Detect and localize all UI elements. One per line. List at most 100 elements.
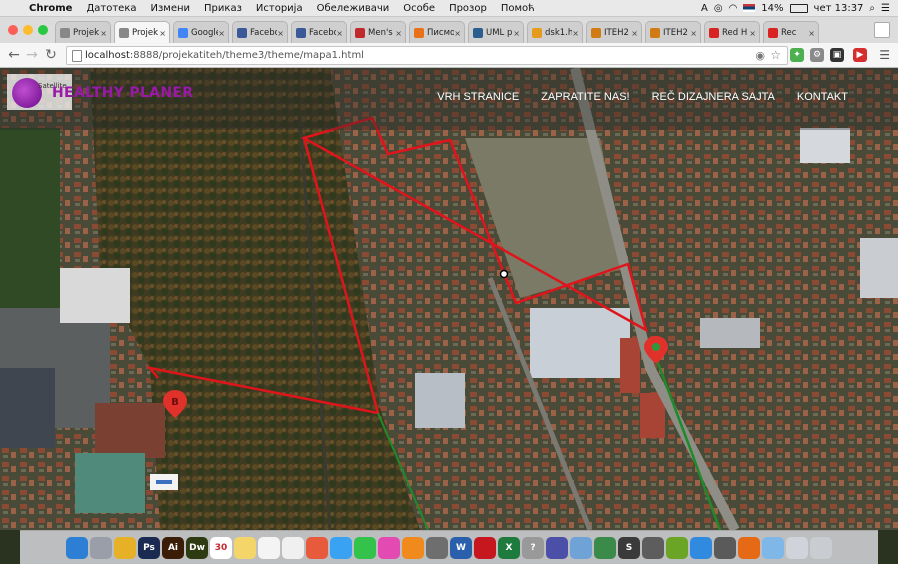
virtualbox-icon[interactable] bbox=[570, 536, 592, 559]
illustrator-icon[interactable]: Ai bbox=[162, 536, 184, 559]
tab-close-icon[interactable]: × bbox=[690, 29, 697, 38]
route-waypoint[interactable] bbox=[499, 269, 509, 279]
browser-tab[interactable]: Facebo × bbox=[232, 21, 288, 44]
photoshop-icon[interactable]: Ps bbox=[138, 536, 160, 559]
trash-icon[interactable] bbox=[810, 536, 832, 559]
flag-icon[interactable] bbox=[743, 4, 756, 12]
menu-bookmarks[interactable]: Обележивачи bbox=[310, 3, 397, 14]
spotlight-icon[interactable]: ⌕ bbox=[869, 3, 875, 14]
menu-window[interactable]: Прозор bbox=[442, 3, 494, 14]
extension-dark-icon[interactable]: ▣ bbox=[830, 48, 844, 62]
safari-icon[interactable] bbox=[690, 536, 712, 559]
ibooks-icon[interactable] bbox=[402, 536, 424, 559]
tab-label: Projek bbox=[73, 28, 99, 38]
adobe-icon[interactable]: A bbox=[701, 3, 708, 14]
nav-designer-word[interactable]: REČ DIZAJNERA SAJTA bbox=[652, 91, 775, 103]
help-icon[interactable]: ? bbox=[522, 536, 544, 559]
browser-tab[interactable]: Писмо × bbox=[409, 21, 465, 44]
photos-icon[interactable] bbox=[282, 536, 304, 559]
bookmark-star-icon[interactable]: ☆ bbox=[770, 47, 781, 64]
sequel-icon[interactable] bbox=[714, 536, 736, 559]
utorrent-icon[interactable] bbox=[666, 536, 688, 559]
photos-color-icon[interactable] bbox=[306, 536, 328, 559]
zoom-window-button[interactable] bbox=[38, 25, 48, 35]
notification-center-icon[interactable]: ☰ bbox=[881, 3, 890, 14]
satellite-map[interactable]: B bbox=[0, 68, 898, 530]
chrome-menu-icon[interactable]: ☰ bbox=[879, 48, 890, 62]
word-icon[interactable]: W bbox=[450, 536, 472, 559]
forward-button[interactable]: → bbox=[24, 47, 40, 63]
disk-icon[interactable] bbox=[546, 536, 568, 559]
sync-icon[interactable]: ◎ bbox=[714, 3, 723, 14]
nav-follow-us[interactable]: ZAPRATITE NAS! bbox=[541, 91, 629, 103]
browser-tab[interactable]: Red H × bbox=[704, 21, 760, 44]
nav-top-of-page[interactable]: VRH STRANICE bbox=[437, 91, 519, 103]
browser-tab[interactable]: Google × bbox=[173, 21, 229, 44]
tab-close-icon[interactable]: × bbox=[159, 29, 166, 38]
tab-close-icon[interactable]: × bbox=[808, 29, 815, 38]
menu-help[interactable]: Помоћ bbox=[494, 3, 542, 14]
reload-button[interactable]: ↻ bbox=[43, 47, 59, 63]
excel-icon[interactable]: X bbox=[498, 536, 520, 559]
folder-icon[interactable] bbox=[762, 536, 784, 559]
browser-tab[interactable]: Projek × bbox=[114, 21, 170, 44]
extension-gear-icon[interactable]: ⚙ bbox=[810, 48, 824, 62]
tab-label: Facebo bbox=[309, 28, 337, 38]
browser-tab[interactable]: Men's × bbox=[350, 21, 406, 44]
tab-close-icon[interactable]: × bbox=[100, 29, 107, 38]
facetime-icon[interactable] bbox=[354, 536, 376, 559]
brand-title[interactable]: HEALTHY PLANER bbox=[52, 85, 193, 101]
messages-icon[interactable] bbox=[330, 536, 352, 559]
menu-view[interactable]: Приказ bbox=[197, 3, 249, 14]
profile-icon[interactable] bbox=[874, 22, 890, 38]
battery-icon[interactable] bbox=[789, 3, 808, 13]
launchpad-icon[interactable] bbox=[90, 536, 112, 559]
dreamweaver-icon[interactable]: Dw bbox=[186, 536, 208, 559]
tab-close-icon[interactable]: × bbox=[749, 29, 756, 38]
browser-tab[interactable]: UML p × bbox=[468, 21, 524, 44]
system-preferences-icon[interactable] bbox=[426, 536, 448, 559]
browser-tab[interactable]: Projek × bbox=[55, 21, 111, 44]
menu-edit[interactable]: Измени bbox=[144, 3, 198, 14]
back-button[interactable]: ← bbox=[6, 47, 22, 63]
menu-history[interactable]: Историја bbox=[249, 3, 310, 14]
nav-contact[interactable]: KONTAKT bbox=[797, 91, 848, 103]
finder-icon[interactable] bbox=[66, 536, 88, 559]
browser-tab[interactable]: Rec × bbox=[763, 21, 819, 44]
paintbrush-icon[interactable] bbox=[594, 536, 616, 559]
location-icon[interactable]: ◉ bbox=[755, 47, 765, 64]
minimize-window-button[interactable] bbox=[23, 25, 33, 35]
tab-label: Google bbox=[191, 28, 219, 38]
tab-close-icon[interactable]: × bbox=[218, 29, 225, 38]
clock[interactable]: чет 13:37 bbox=[814, 3, 864, 14]
tab-close-icon[interactable]: × bbox=[513, 29, 520, 38]
app-menu-chrome[interactable]: Chrome bbox=[22, 3, 79, 14]
extension-red-icon[interactable]: ▶ bbox=[853, 48, 867, 62]
browser-tab[interactable]: Facebo × bbox=[291, 21, 347, 44]
tab-close-icon[interactable]: × bbox=[631, 29, 638, 38]
notes-icon[interactable] bbox=[234, 536, 256, 559]
reminders-icon[interactable] bbox=[258, 536, 280, 559]
browser-tab[interactable]: dsk1.h × bbox=[527, 21, 583, 44]
sublime-icon[interactable]: S bbox=[618, 536, 640, 559]
address-bar[interactable]: localhost:8888/projekatiteh/theme3/theme… bbox=[66, 46, 788, 65]
chrome-icon[interactable] bbox=[114, 536, 136, 559]
firefox-icon[interactable] bbox=[738, 536, 760, 559]
filezilla-icon[interactable] bbox=[474, 536, 496, 559]
wifi-icon[interactable]: ◠ bbox=[729, 3, 738, 14]
downloads-icon[interactable] bbox=[786, 536, 808, 559]
browser-tab[interactable]: ITEH2 × bbox=[645, 21, 701, 44]
calendar-icon[interactable]: 30 bbox=[210, 536, 232, 559]
tab-close-icon[interactable]: × bbox=[336, 29, 343, 38]
close-window-button[interactable] bbox=[8, 25, 18, 35]
tab-close-icon[interactable]: × bbox=[572, 29, 579, 38]
tab-close-icon[interactable]: × bbox=[454, 29, 461, 38]
menu-file[interactable]: Датотека bbox=[79, 3, 143, 14]
extension-puzzle-icon[interactable]: ✦ bbox=[790, 48, 804, 62]
menu-people[interactable]: Особе bbox=[396, 3, 442, 14]
tab-close-icon[interactable]: × bbox=[277, 29, 284, 38]
mamp-icon[interactable] bbox=[642, 536, 664, 559]
tab-close-icon[interactable]: × bbox=[395, 29, 402, 38]
itunes-icon[interactable] bbox=[378, 536, 400, 559]
browser-tab[interactable]: ITEH2 × bbox=[586, 21, 642, 44]
